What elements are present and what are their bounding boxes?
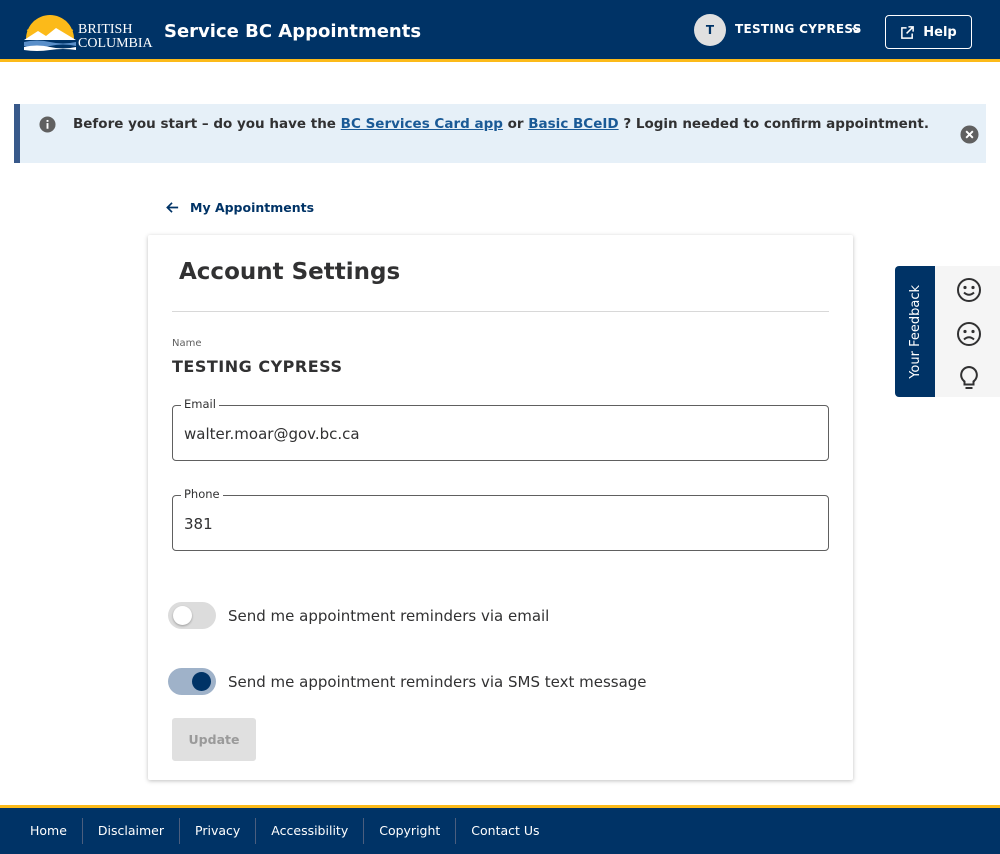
bc-government-logo[interactable]: BRITISH COLUMBIA	[24, 13, 156, 51]
email-reminder-label: Send me appointment reminders via email	[228, 606, 550, 625]
sms-reminder-label: Send me appointment reminders via SMS te…	[228, 672, 647, 691]
phone-field[interactable]	[184, 515, 814, 533]
footer-link-accessibility[interactable]: Accessibility	[255, 818, 363, 844]
toggle-knob	[173, 606, 192, 625]
email-field[interactable]	[184, 425, 814, 443]
account-settings-card: Account Settings Name TESTING CYPRESS Em…	[148, 235, 853, 780]
sms-reminder-toggle-row[interactable]: Send me appointment reminders via SMS te…	[168, 668, 647, 695]
title-divider	[172, 311, 829, 312]
name-value: TESTING CYPRESS	[172, 357, 343, 376]
chevron-down-icon[interactable]	[850, 24, 862, 36]
banner-message: Before you start – do you have the BC Se…	[20, 116, 982, 132]
update-button[interactable]: Update	[172, 718, 256, 761]
footer-link-home[interactable]: Home	[15, 818, 82, 844]
your-feedback-tab[interactable]: Your Feedback	[895, 266, 935, 397]
footer-link-copyright[interactable]: Copyright	[363, 818, 455, 844]
frown-icon[interactable]	[956, 321, 982, 347]
your-feedback-label: Your Feedback	[907, 284, 923, 379]
footer-link-disclaimer[interactable]: Disclaimer	[81, 818, 179, 844]
email-reminder-toggle-row[interactable]: Send me appointment reminders via email	[168, 602, 549, 629]
banner-text-or: or	[507, 116, 524, 132]
email-label: Email	[181, 397, 219, 411]
banner-text-after: ? Login needed to confirm appointment.	[623, 116, 929, 132]
page-title: Account Settings	[179, 259, 401, 285]
svg-text:BRITISH: BRITISH	[78, 22, 132, 37]
svg-text:COLUMBIA: COLUMBIA	[78, 36, 154, 51]
close-icon[interactable]	[960, 125, 979, 144]
arrow-left-icon	[166, 202, 179, 213]
user-menu-name[interactable]: TESTING CYPRESS	[735, 22, 862, 36]
phone-label: Phone	[181, 487, 223, 501]
email-field-container: Email	[172, 397, 829, 461]
external-link-icon	[901, 25, 915, 39]
basic-bceid-link[interactable]: Basic BCeID	[528, 116, 618, 132]
email-reminder-toggle[interactable]	[168, 602, 216, 629]
toggle-knob	[192, 672, 211, 691]
lightbulb-icon[interactable]	[956, 365, 982, 391]
footer-link-privacy[interactable]: Privacy	[179, 818, 255, 844]
footer-link-contact-us[interactable]: Contact Us	[455, 818, 554, 844]
user-avatar[interactable]: T	[694, 14, 726, 46]
my-appointments-link[interactable]: My Appointments	[165, 200, 314, 215]
bc-services-card-link[interactable]: BC Services Card app	[341, 116, 503, 132]
help-button-label: Help	[923, 24, 957, 40]
name-label: Name	[172, 338, 202, 349]
feedback-icons-panel	[935, 266, 1000, 397]
app-footer: Home Disclaimer Privacy Accessibility Co…	[0, 805, 1000, 854]
app-header: BRITISH COLUMBIA Service BC Appointments…	[0, 0, 1000, 62]
banner-text-before: Before you start – do you have the	[72, 116, 336, 132]
my-appointments-label: My Appointments	[190, 200, 315, 215]
app-title: Service BC Appointments	[164, 21, 422, 42]
sms-reminder-toggle[interactable]	[168, 668, 216, 695]
login-info-banner: Before you start – do you have the BC Se…	[14, 104, 986, 163]
smile-icon[interactable]	[956, 277, 982, 303]
help-button[interactable]: Help	[885, 15, 972, 49]
phone-field-container: Phone	[172, 487, 829, 551]
footer-links: Home Disclaimer Privacy Accessibility Co…	[15, 818, 555, 844]
